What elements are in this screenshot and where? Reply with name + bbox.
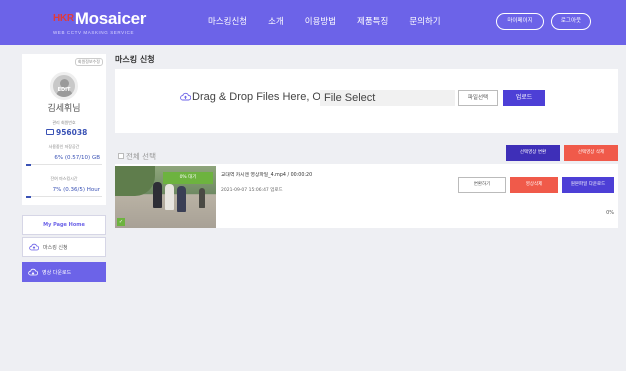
- logo-subtitle: WEB CCTV MASKING SERVICE: [53, 30, 135, 35]
- mypage-home-button[interactable]: My Page Home: [22, 215, 106, 235]
- cloud-upload-icon: [29, 243, 39, 251]
- download-original-button[interactable]: 원본파일 다운로드: [562, 177, 614, 193]
- video-thumbnail[interactable]: 0% 대기 ✓: [115, 166, 216, 228]
- storage-value: 6% (0.57/10) GB: [54, 155, 100, 161]
- masking-request-label: 마스킹 신청: [43, 244, 68, 251]
- storage-track: [26, 164, 102, 165]
- logout-button[interactable]: 로그아웃: [551, 13, 591, 30]
- storage-bar: [26, 164, 31, 166]
- select-all-label: 전체 선택: [126, 152, 156, 161]
- upload-dropzone[interactable]: Drag & Drop Files Here, Or File Select 파…: [115, 69, 618, 133]
- convert-button[interactable]: 변환하기: [458, 177, 506, 193]
- member-id: 956038: [46, 128, 87, 137]
- masking-time-value: 7% (0.36/5) Hour: [52, 187, 100, 193]
- edit-profile-button[interactable]: 회원정보수정: [74, 58, 103, 66]
- video-download-label: 영상 다운로드: [42, 269, 72, 276]
- cloud-upload-icon: [180, 92, 191, 101]
- convert-selected-button[interactable]: 선택영상 변환: [506, 145, 560, 161]
- status-badge: 0% 대기: [163, 172, 213, 184]
- top-header: HKRMosaicer WEB CCTV MASKING SERVICE 마스킹…: [0, 0, 626, 45]
- main-nav: 마스킹신청 소개 이용방법 제품특징 문의하기: [208, 15, 462, 29]
- video-checkbox[interactable]: ✓: [117, 218, 125, 226]
- file-select-field[interactable]: File Select: [320, 90, 455, 106]
- upload-button[interactable]: 업로드: [503, 90, 545, 106]
- member-id-value: 956038: [56, 128, 88, 137]
- logo-title: Mosaicer: [74, 9, 147, 28]
- select-all-checkbox[interactable]: [118, 153, 124, 159]
- video-progress-text: 0%: [606, 210, 614, 216]
- nav-item-masking-request[interactable]: 마스킹신청: [208, 15, 247, 29]
- masking-time-track: [26, 196, 102, 197]
- file-select-button[interactable]: 파일선택: [458, 90, 498, 106]
- thumbnail-person: [153, 182, 162, 208]
- avatar[interactable]: EDIT: [50, 72, 78, 100]
- masking-time-bar: [26, 196, 31, 198]
- thumbnail-person: [177, 186, 186, 212]
- thumbnail-foliage: [115, 166, 155, 196]
- video-download-button[interactable]: 영상 다운로드: [22, 262, 106, 282]
- avatar-edit-label: EDIT: [57, 87, 71, 93]
- cloud-download-icon: [28, 268, 38, 276]
- profile-card: 회원정보수정 EDIT 김세휘님 관리 회원번호 956038 사용중인 저장공…: [22, 54, 106, 205]
- video-list-item: 0% 대기 ✓ 교대역 카시엔 영상파일_4.mp4 / 00:00:20 20…: [115, 164, 618, 228]
- select-all[interactable]: 전체 선택: [118, 151, 156, 162]
- nav-item-contact[interactable]: 문의하기: [409, 15, 440, 29]
- nav-item-intro[interactable]: 소개: [268, 15, 284, 29]
- masking-time-label: 잔여 마스킹시간: [50, 176, 78, 181]
- card-icon: [46, 129, 54, 135]
- member-id-label: 관리 회원번호: [52, 120, 76, 125]
- masking-request-button[interactable]: 마스킹 신청: [22, 237, 106, 257]
- thumbnail-person: [199, 188, 205, 208]
- logo[interactable]: HKRMosaicer WEB CCTV MASKING SERVICE: [53, 9, 146, 35]
- logo-prefix: HKR: [53, 13, 74, 24]
- user-name: 김세휘님: [47, 104, 81, 114]
- storage-label: 사용중인 저장공간: [48, 144, 80, 149]
- mypage-button[interactable]: 마이페이지: [496, 13, 544, 30]
- dropzone-label: Drag & Drop Files Here, Or: [192, 91, 325, 103]
- nav-item-features[interactable]: 제품특징: [357, 15, 388, 29]
- nav-item-usage[interactable]: 이용방법: [305, 15, 336, 29]
- video-filename: 교대역 카시엔 영상파일_4.mp4 / 00:00:20: [221, 173, 313, 178]
- video-upload-date: 2021-09-07 15:06:47 업로드: [221, 188, 283, 193]
- delete-selected-button[interactable]: 선택영상 삭제: [564, 145, 618, 161]
- dropzone-text: Drag & Drop Files Here, Or: [180, 91, 325, 103]
- delete-video-button[interactable]: 영상삭제: [510, 177, 558, 193]
- page-title: 마스킹 신청: [115, 55, 155, 64]
- thumbnail-person: [165, 184, 174, 210]
